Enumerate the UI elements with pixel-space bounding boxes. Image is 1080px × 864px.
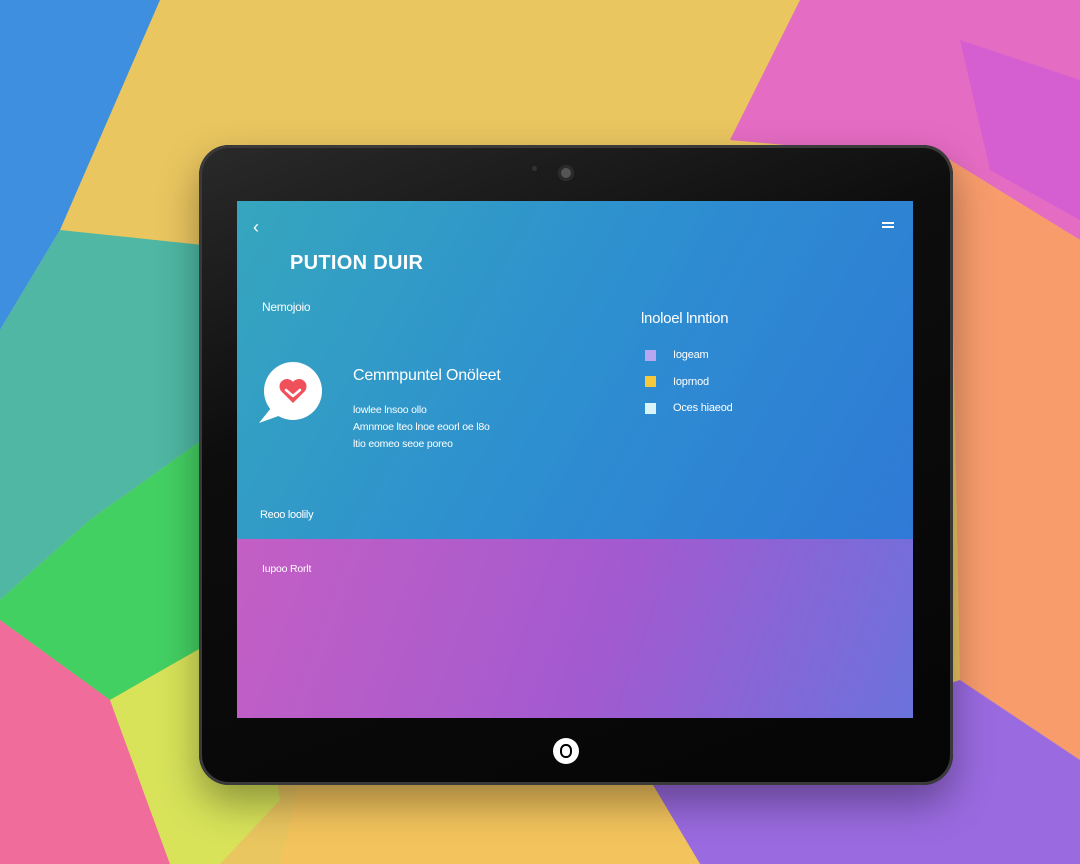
- legend-label: Oces hiaeod: [673, 402, 733, 415]
- card-description-line: ltio eomeo seoe poreo: [353, 438, 453, 450]
- page-title: PUTION DUIR: [290, 252, 424, 274]
- legend-item[interactable]: Ioprnod: [645, 369, 733, 396]
- proximity-sensor: [532, 166, 537, 171]
- camera-icon: [558, 165, 574, 181]
- tablet-screen: ‹ PUTION DUIR Nemojoio Cemmpuntel Onölee…: [237, 201, 913, 718]
- legend-swatch: [645, 402, 656, 414]
- legend-swatch: [645, 376, 656, 388]
- home-button[interactable]: [553, 738, 579, 764]
- screen-bottom-panel[interactable]: [237, 539, 913, 718]
- legend-item[interactable]: Iogeam: [645, 342, 733, 369]
- card-title: Cemmpuntel Onöleet: [353, 367, 501, 384]
- legend-label: Iogeam: [673, 349, 709, 362]
- card-description-line: Amnmoe lteo lnoe eoorl oe l8o: [353, 421, 490, 433]
- menu-icon[interactable]: [882, 222, 894, 228]
- legend-swatch: [645, 349, 656, 361]
- card-description-line: lowlee lnsoo ollo: [353, 404, 427, 416]
- legend-label: Ioprnod: [673, 375, 709, 388]
- legend-item[interactable]: Oces hiaeod: [645, 395, 733, 422]
- bottom-panel-label: Iupoo Rorlt: [262, 563, 312, 575]
- back-arrow-icon[interactable]: ‹: [253, 218, 259, 236]
- legend-title: lnoloel lnntion: [641, 310, 729, 327]
- heart-chat-bubble-icon: [259, 362, 322, 423]
- card-description: lowlee lnsoo ollo Amnmoe lteo lnoe eoorl…: [353, 402, 490, 453]
- legend: Iogeam Ioprnod Oces hiaeod: [645, 342, 733, 422]
- section-label: Nemojoio: [262, 300, 311, 314]
- footer-label: Reoo loolily: [260, 509, 314, 521]
